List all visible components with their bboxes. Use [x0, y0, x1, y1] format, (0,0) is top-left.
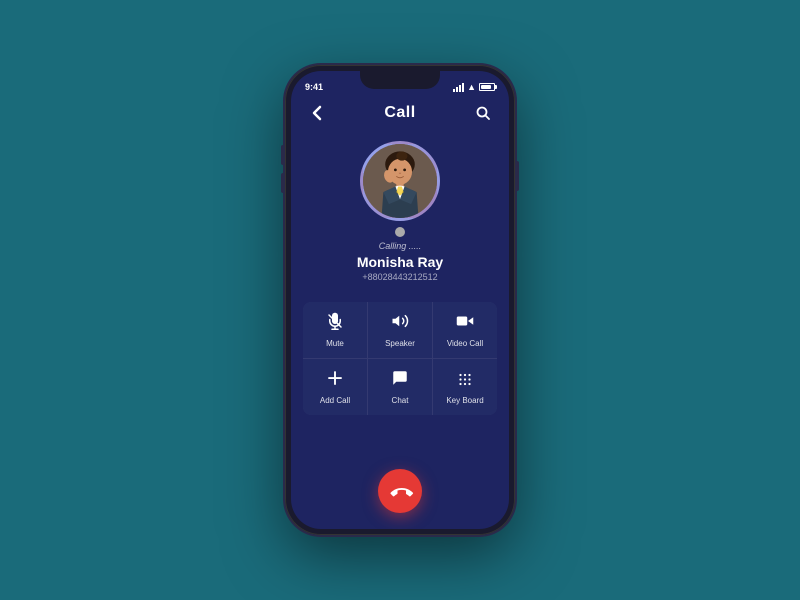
- status-icons: ▲: [453, 82, 495, 92]
- header: Call: [291, 97, 509, 133]
- add-call-icon: [326, 369, 344, 392]
- calling-status: Calling .....: [379, 241, 422, 251]
- chat-icon: [391, 369, 409, 392]
- chat-button[interactable]: Chat: [368, 359, 432, 415]
- wifi-icon: ▲: [467, 82, 476, 92]
- video-call-icon: [456, 312, 474, 335]
- phone-screen: 9:41 ▲ Call: [291, 71, 509, 529]
- keyboard-icon: [456, 369, 474, 392]
- avatar: [360, 141, 440, 221]
- contact-name: Monisha Ray: [357, 254, 443, 270]
- speaker-button[interactable]: Speaker: [368, 302, 432, 358]
- notch: [360, 71, 440, 89]
- status-dot: [395, 227, 405, 237]
- page-title: Call: [384, 104, 415, 122]
- end-call-icon: [383, 474, 418, 509]
- end-call-button[interactable]: [378, 469, 422, 513]
- search-button[interactable]: [471, 101, 495, 125]
- avatar-section: Calling ..... Monisha Ray +8802844321251…: [291, 133, 509, 294]
- chat-label: Chat: [392, 396, 409, 405]
- keyboard-button[interactable]: Key Board: [433, 359, 497, 415]
- volume-down-button: [281, 173, 284, 193]
- mute-icon: [326, 312, 344, 335]
- add-call-button[interactable]: Add Call: [303, 359, 367, 415]
- add-call-label: Add Call: [320, 396, 350, 405]
- status-time: 9:41: [305, 82, 323, 92]
- mute-button[interactable]: Mute: [303, 302, 367, 358]
- signal-icon: [453, 83, 464, 92]
- volume-up-button: [281, 145, 284, 165]
- speaker-label: Speaker: [385, 339, 415, 348]
- mute-label: Mute: [326, 339, 344, 348]
- battery-icon: [479, 83, 495, 91]
- keyboard-label: Key Board: [446, 396, 483, 405]
- phone-frame: 9:41 ▲ Call: [285, 65, 515, 535]
- speaker-icon: [391, 312, 409, 335]
- video-call-label: Video Call: [447, 339, 483, 348]
- video-call-button[interactable]: Video Call: [433, 302, 497, 358]
- power-button: [516, 161, 519, 191]
- end-call-section: [291, 457, 509, 529]
- contact-phone: +88028443212512: [362, 272, 437, 282]
- back-button[interactable]: [305, 101, 329, 125]
- action-grid: Mute Speaker: [303, 302, 497, 415]
